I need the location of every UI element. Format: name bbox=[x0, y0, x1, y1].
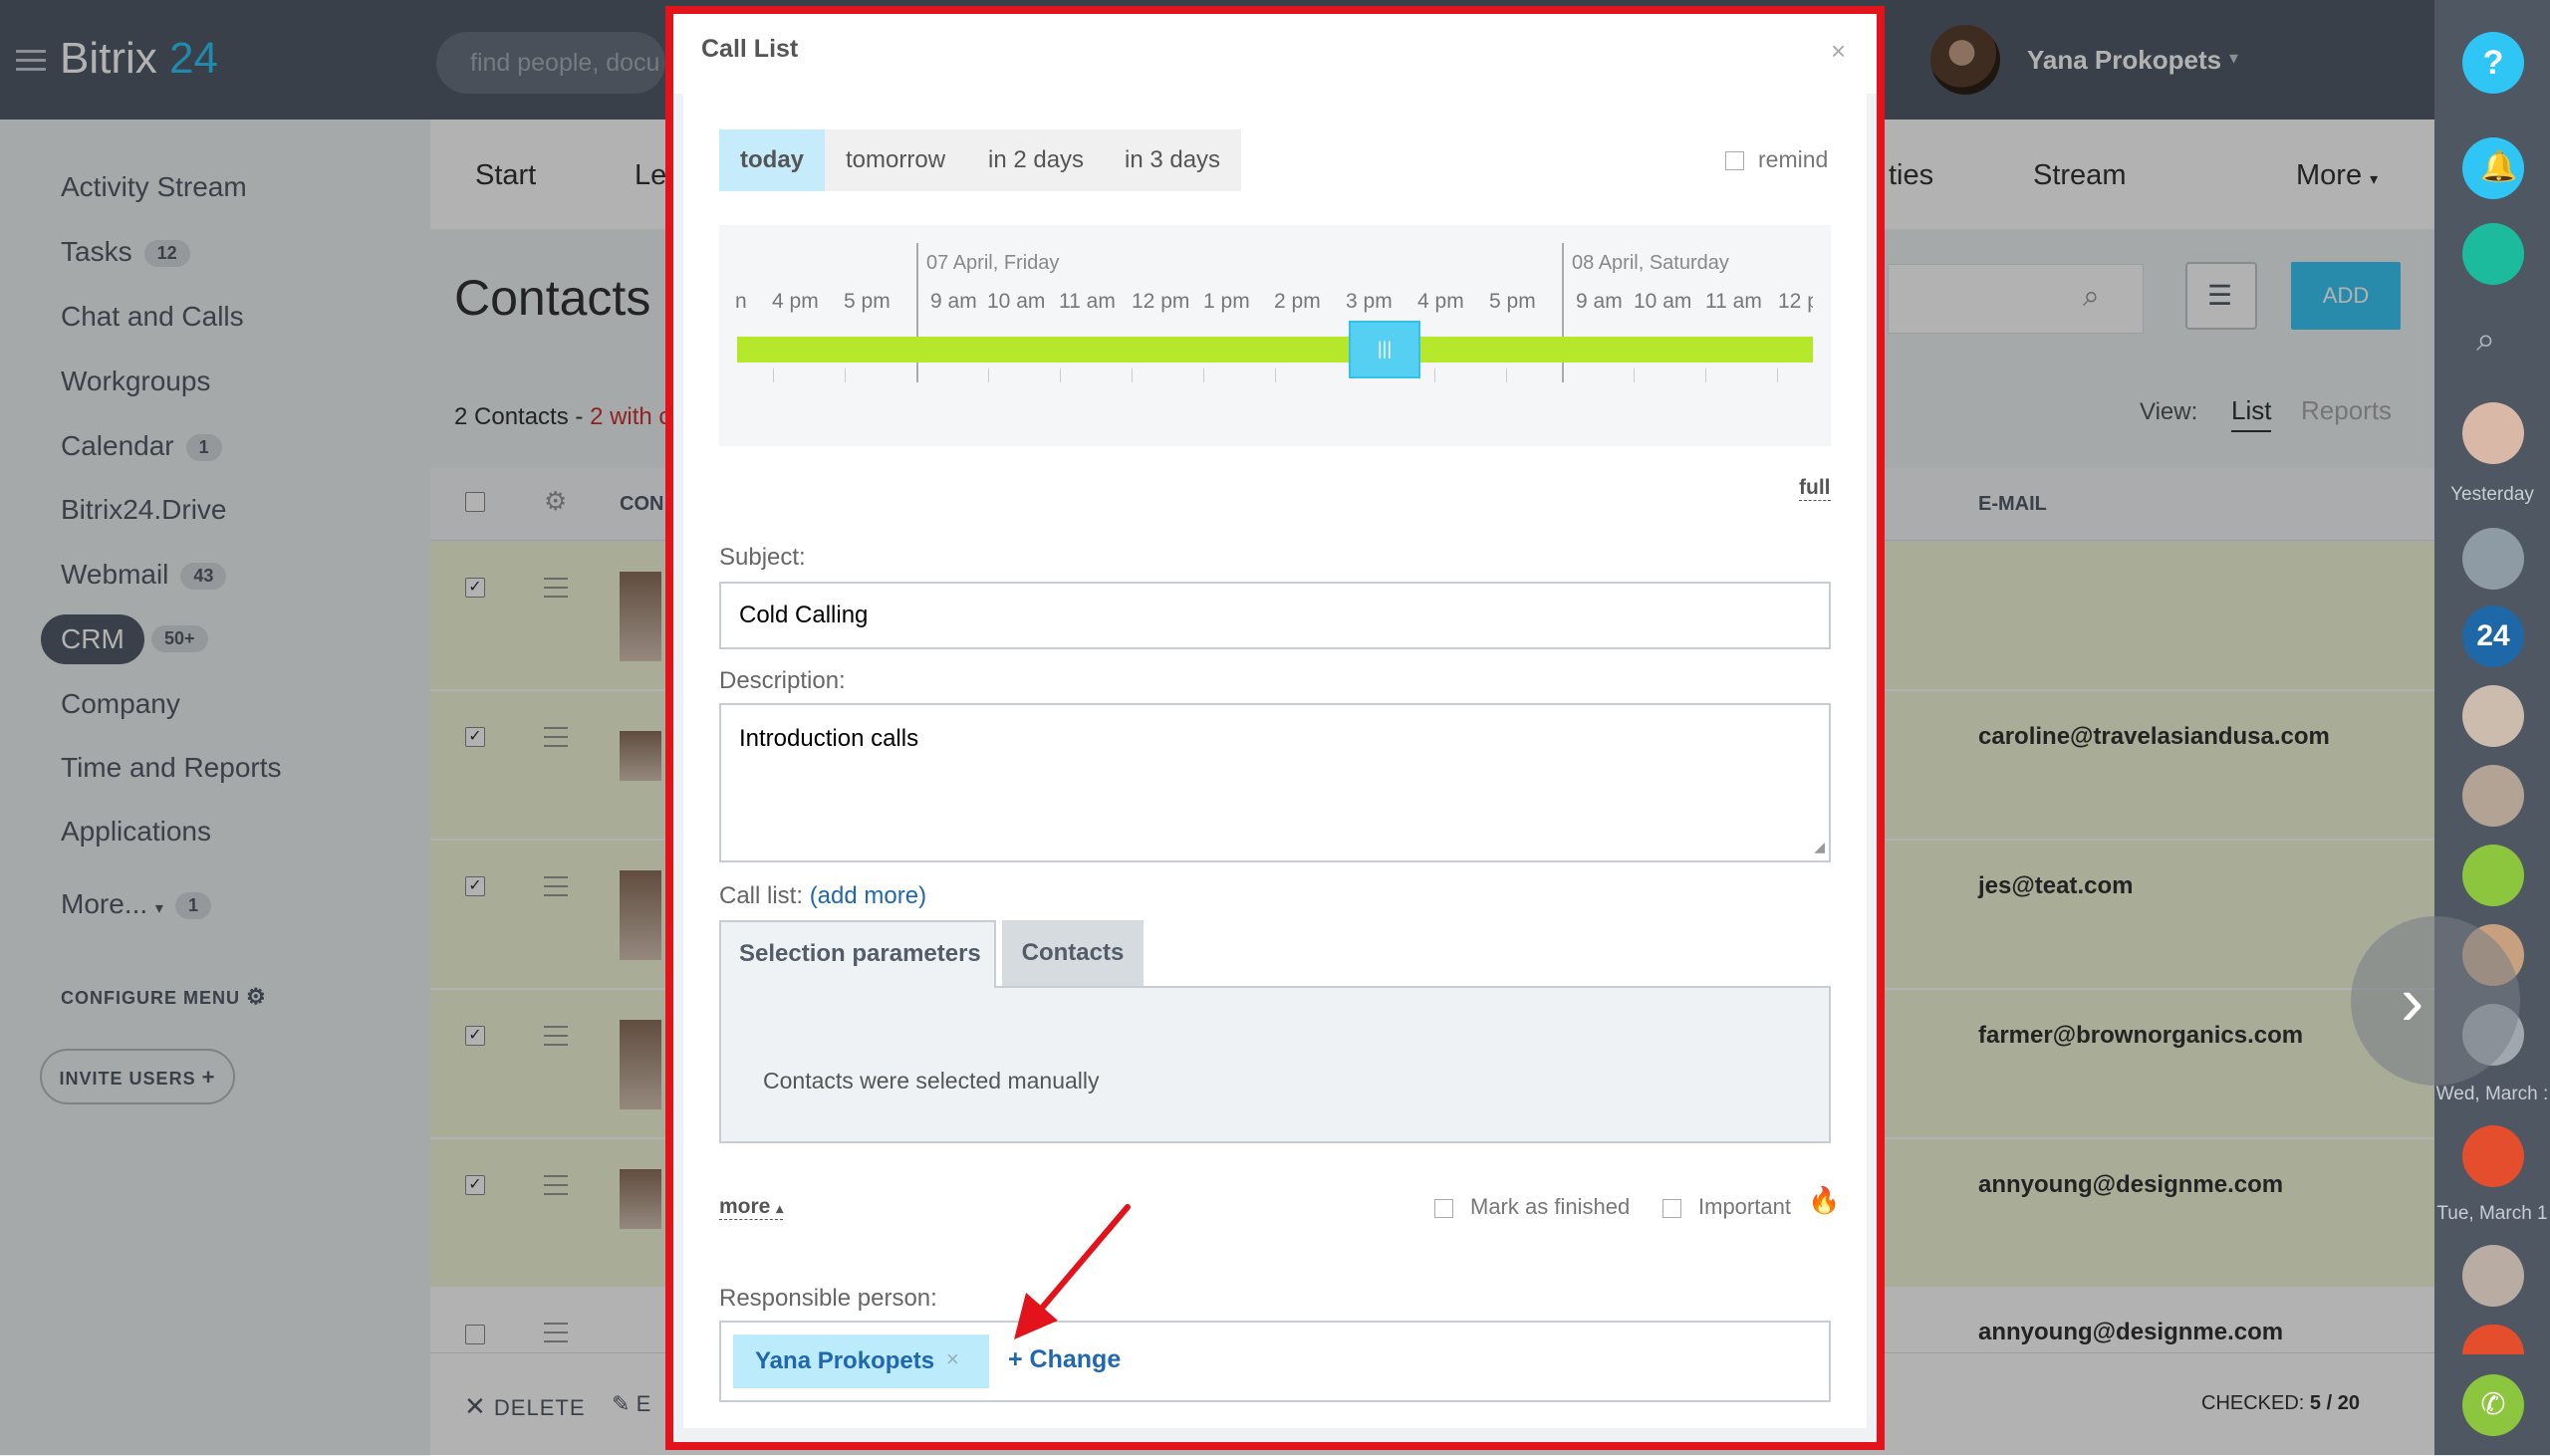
annotation-arrow-icon bbox=[1014, 1204, 1131, 1339]
avatar[interactable] bbox=[2462, 685, 2524, 747]
rail-date-label: Yesterday bbox=[2450, 484, 2534, 505]
phone-icon[interactable] bbox=[2462, 1125, 2524, 1187]
bitrix-avatar[interactable]: 24 bbox=[2462, 606, 2524, 667]
help-icon[interactable]: ? bbox=[2462, 32, 2524, 94]
avatar[interactable] bbox=[2462, 402, 2524, 464]
chat-icon[interactable] bbox=[2462, 223, 2524, 285]
avatar[interactable] bbox=[2462, 528, 2524, 590]
bell-icon[interactable]: 🔔 bbox=[2462, 137, 2524, 199]
megaphone-icon[interactable] bbox=[2462, 845, 2524, 906]
rail-date-label: Wed, March : bbox=[2435, 1084, 2549, 1104]
rail-date-label: Tue, March 1 bbox=[2436, 1203, 2548, 1224]
avatar[interactable] bbox=[2462, 765, 2524, 827]
bell-glyph: 🔔 bbox=[2480, 150, 2518, 183]
avatar[interactable] bbox=[2462, 1245, 2524, 1307]
search-icon[interactable]: ⌕ bbox=[2476, 321, 2495, 360]
next-arrow-icon[interactable]: › bbox=[2351, 916, 2520, 1086]
highlight-frame bbox=[665, 6, 1885, 1450]
call-icon[interactable]: ✆ bbox=[2462, 1374, 2524, 1436]
